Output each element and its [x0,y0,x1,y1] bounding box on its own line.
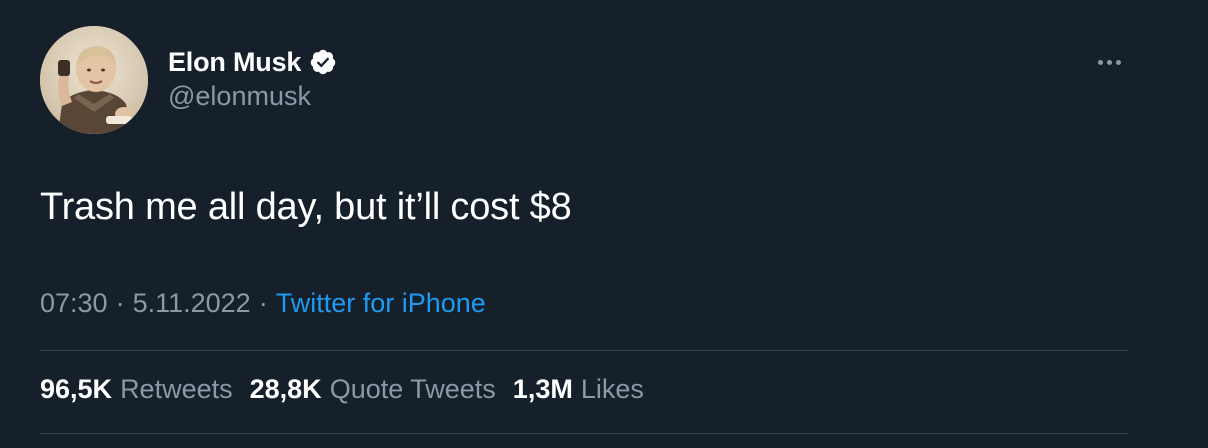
quote-tweets-label: Quote Tweets [329,374,496,404]
avatar[interactable] [40,26,148,134]
tweet-date[interactable]: 5.11.2022 [133,288,251,319]
retweets-stat[interactable]: 96,5K Retweets [40,374,233,405]
divider [40,433,1128,434]
tweet-text: Trash me all day, but it’ll cost $8 [40,186,572,228]
quote-tweets-stat[interactable]: 28,8K Quote Tweets [250,374,496,405]
likes-label: Likes [580,374,644,404]
likes-count: 1,3M [512,374,573,404]
tweet-time[interactable]: 07:30 [40,288,108,319]
retweets-count: 96,5K [40,374,113,404]
divider [40,350,1128,351]
retweets-label: Retweets [120,374,233,404]
tweet-meta: 07:30 · 5.11.2022 · Twitter for iPhone [40,288,486,319]
meta-separator: · [258,288,268,318]
tweet-source-link[interactable]: Twitter for iPhone [276,288,486,319]
profile-photo [40,26,148,134]
verified-badge-icon [309,48,337,76]
quote-tweets-count: 28,8K [249,374,322,404]
user-handle[interactable]: @elonmusk [168,81,311,112]
user-name-row: Elon Musk [168,44,337,80]
tweet-stats: 96,5K Retweets 28,8K Quote Tweets 1,3M L… [40,374,661,405]
display-name[interactable]: Elon Musk [168,47,301,78]
likes-stat[interactable]: 1,3M Likes [513,374,644,405]
more-horizontal-icon[interactable] [1092,48,1126,76]
tweet-card: Elon Musk @elonmusk Trash me all day, bu… [0,0,1208,448]
more-dot [1097,59,1103,65]
meta-separator: · [115,288,125,318]
more-dot [1115,59,1121,65]
more-dot [1106,59,1112,65]
